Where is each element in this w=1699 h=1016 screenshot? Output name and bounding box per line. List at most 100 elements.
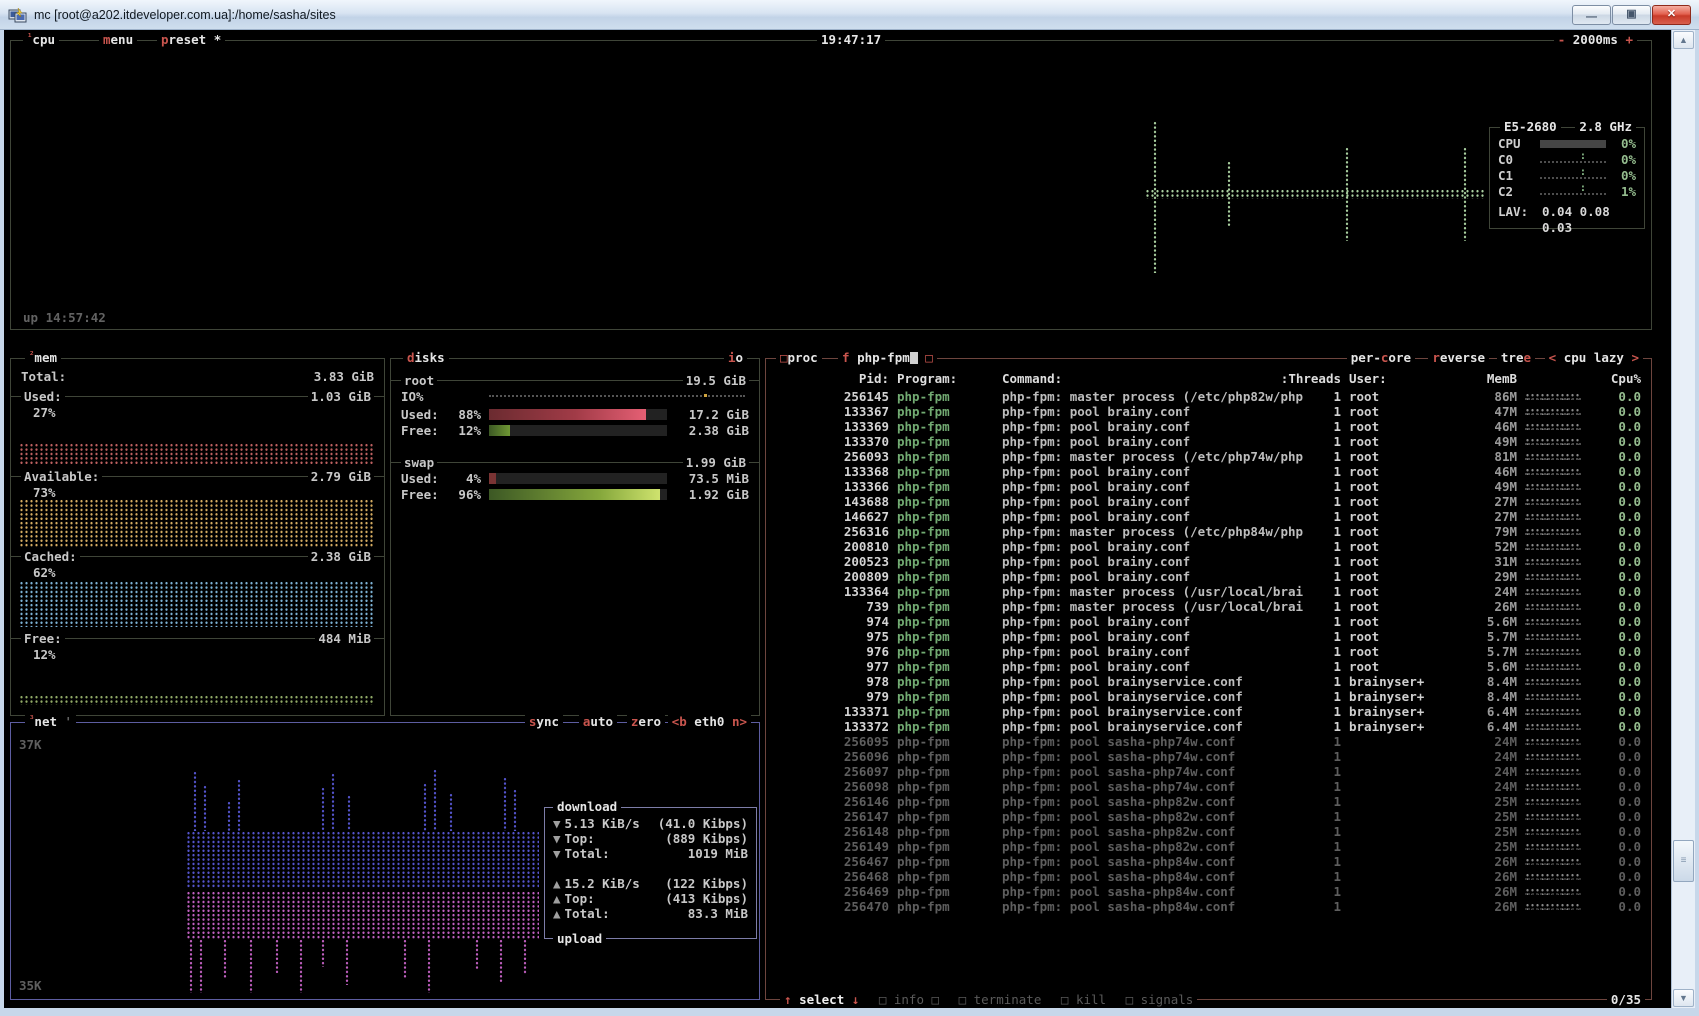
process-row[interactable]: 133369 php-fpm php-fpm: pool brainy.conf… bbox=[766, 419, 1651, 434]
tree-toggle[interactable]: tree bbox=[1497, 350, 1535, 365]
select-up-arrow[interactable]: ↑ bbox=[784, 992, 792, 1007]
cpu-panel-title[interactable]: ¹cpu bbox=[23, 32, 59, 47]
process-row[interactable]: 256097 php-fpm php-fpm: pool sasha-php74… bbox=[766, 764, 1651, 779]
process-row[interactable]: 146627 php-fpm php-fpm: pool brainy.conf… bbox=[766, 509, 1651, 524]
cpu-meter-dots bbox=[1525, 738, 1581, 745]
process-row[interactable]: 133366 php-fpm php-fpm: pool brainy.conf… bbox=[766, 479, 1651, 494]
reverse-toggle[interactable]: reverse bbox=[1428, 350, 1489, 365]
kill-button[interactable]: □ kill bbox=[1061, 992, 1106, 1007]
process-row[interactable]: 977 php-fpm php-fpm: pool brainy.conf 1 … bbox=[766, 659, 1651, 674]
process-row[interactable]: 979 php-fpm php-fpm: pool brainyservice.… bbox=[766, 689, 1651, 704]
upload-scale-label: 35K bbox=[19, 978, 42, 993]
auto-button[interactable]: auto bbox=[579, 714, 617, 729]
process-row[interactable]: 256467 php-fpm php-fpm: pool sasha-php84… bbox=[766, 854, 1651, 869]
process-row[interactable]: 256093 php-fpm php-fpm: master process (… bbox=[766, 449, 1651, 464]
upload-graph-spike bbox=[223, 939, 227, 979]
process-row[interactable]: 256468 php-fpm php-fpm: pool sasha-php84… bbox=[766, 869, 1651, 884]
process-row[interactable]: 256096 php-fpm php-fpm: pool sasha-php74… bbox=[766, 749, 1651, 764]
mem-available-meter bbox=[19, 499, 374, 547]
process-row[interactable]: 978 php-fpm php-fpm: pool brainyservice.… bbox=[766, 674, 1651, 689]
maximize-button[interactable]: ▣ bbox=[1612, 5, 1651, 25]
process-row[interactable]: 974 php-fpm php-fpm: pool brainy.conf 1 … bbox=[766, 614, 1651, 629]
sort-prev-button[interactable]: < bbox=[1549, 350, 1557, 365]
process-row[interactable]: 133370 php-fpm php-fpm: pool brainy.conf… bbox=[766, 434, 1651, 449]
cpu-meter-dots bbox=[1525, 813, 1581, 820]
disks-panel-title[interactable]: disks bbox=[403, 350, 449, 365]
interval-plus-button[interactable]: + bbox=[1625, 32, 1633, 47]
process-row[interactable]: 976 php-fpm php-fpm: pool brainy.conf 1 … bbox=[766, 644, 1651, 659]
process-row[interactable]: 200523 php-fpm php-fpm: pool brainy.conf… bbox=[766, 554, 1651, 569]
sort-selector[interactable]: < cpu lazy > bbox=[1545, 350, 1643, 365]
cpu-panel: ¹cpu menu preset * 19:47:17 - 2000ms + E… bbox=[10, 40, 1652, 330]
signals-button[interactable]: □ signals bbox=[1126, 992, 1194, 1007]
cpu-info-box: E5-2680 2.8 GHz CPU0% C00% C10% C21% LAV… bbox=[1489, 127, 1645, 229]
process-row[interactable]: 256470 php-fpm php-fpm: pool sasha-php84… bbox=[766, 899, 1651, 914]
process-row[interactable]: 200809 php-fpm php-fpm: pool brainy.conf… bbox=[766, 569, 1651, 584]
process-filter-input[interactable]: f php-fpm □ bbox=[838, 350, 937, 365]
terminal-scrollbar[interactable]: ▲ ▼ bbox=[1671, 30, 1695, 1008]
scroll-up-button[interactable]: ▲ bbox=[1673, 31, 1694, 49]
sync-button[interactable]: sync bbox=[525, 714, 563, 729]
titlebar[interactable]: mc [root@a202.itdeveloper.com.ua]:/home/… bbox=[0, 0, 1699, 30]
io-activity-dot bbox=[704, 394, 707, 397]
process-row[interactable]: 256146 php-fpm php-fpm: pool sasha-php82… bbox=[766, 794, 1651, 809]
process-row[interactable]: 256149 php-fpm php-fpm: pool sasha-php82… bbox=[766, 839, 1651, 854]
menu-button[interactable]: menu bbox=[99, 32, 137, 47]
interval-minus-button[interactable]: - bbox=[1558, 32, 1566, 47]
minimize-button[interactable]: — bbox=[1572, 5, 1611, 25]
process-row[interactable]: 256148 php-fpm php-fpm: pool sasha-php82… bbox=[766, 824, 1651, 839]
process-panel: □proc f php-fpm □ per-core reverse tree … bbox=[765, 358, 1652, 1000]
sort-next-button[interactable]: > bbox=[1631, 350, 1639, 365]
core1-value: 0% bbox=[1621, 168, 1636, 184]
mem-free-row: Free:484 MiB bbox=[11, 631, 384, 646]
process-row[interactable]: 256147 php-fpm php-fpm: pool sasha-php82… bbox=[766, 809, 1651, 824]
network-panel-title[interactable]: ³net ' bbox=[25, 714, 76, 729]
process-row[interactable]: 975 php-fpm php-fpm: pool brainy.conf 1 … bbox=[766, 629, 1651, 644]
cpu-meter-dots bbox=[1525, 708, 1581, 715]
scroll-down-button[interactable]: ▼ bbox=[1673, 989, 1694, 1007]
process-row[interactable]: 256145 php-fpm php-fpm: master process (… bbox=[766, 389, 1651, 404]
process-row[interactable]: 256469 php-fpm php-fpm: pool sasha-php84… bbox=[766, 884, 1651, 899]
process-row[interactable]: 739 php-fpm php-fpm: master process (/us… bbox=[766, 599, 1651, 614]
memory-panel-title[interactable]: ²mem bbox=[25, 350, 61, 365]
cpu-meter-dots bbox=[1525, 483, 1581, 490]
disk-root-row: root19.5 GiB bbox=[391, 373, 759, 388]
process-actions: ↑ select ↓ □ info □ □ terminate □ kill □… bbox=[780, 992, 1197, 1007]
process-row[interactable]: 133368 php-fpm php-fpm: pool brainy.conf… bbox=[766, 464, 1651, 479]
download-graph-spike bbox=[433, 769, 437, 831]
close-button[interactable]: ✕ bbox=[1652, 5, 1691, 25]
cpu-meter-dots bbox=[1525, 603, 1581, 610]
zero-button[interactable]: zero bbox=[627, 714, 665, 729]
info-button[interactable]: □ info □ bbox=[879, 992, 939, 1007]
filter-clear-button[interactable]: □ bbox=[925, 350, 933, 365]
upload-graph-spike bbox=[499, 939, 503, 983]
process-row[interactable]: 256095 php-fpm php-fpm: pool sasha-php74… bbox=[766, 734, 1651, 749]
scroll-thumb[interactable] bbox=[1673, 840, 1694, 882]
terminate-button[interactable]: □ terminate bbox=[959, 992, 1042, 1007]
process-panel-title[interactable]: □proc bbox=[776, 350, 822, 365]
select-button[interactable]: select bbox=[799, 992, 844, 1007]
mem-used-percent: 27% bbox=[33, 405, 56, 420]
cpu-meter-dots bbox=[1525, 588, 1581, 595]
cpu-graph-spike bbox=[1153, 121, 1157, 273]
cpu-meter-dots bbox=[1525, 783, 1581, 790]
io-mode-button[interactable]: io bbox=[724, 350, 747, 365]
process-row[interactable]: 133372 php-fpm php-fpm: pool brainyservi… bbox=[766, 719, 1651, 734]
preset-button[interactable]: preset * bbox=[157, 32, 225, 47]
swap-free-row: Free:96% 1.92 GiB bbox=[391, 487, 759, 502]
process-row[interactable]: 256316 php-fpm php-fpm: master process (… bbox=[766, 524, 1651, 539]
interface-switcher[interactable]: <b eth0 n> bbox=[668, 714, 751, 729]
upload-total: 83.3 MiB bbox=[688, 906, 748, 921]
process-row[interactable]: 133364 php-fpm php-fpm: master process (… bbox=[766, 584, 1651, 599]
process-row[interactable]: 133371 php-fpm php-fpm: pool brainyservi… bbox=[766, 704, 1651, 719]
process-row[interactable]: 256098 php-fpm php-fpm: pool sasha-php74… bbox=[766, 779, 1651, 794]
cpu-meter-dots bbox=[1525, 543, 1581, 550]
process-row[interactable]: 200810 php-fpm php-fpm: pool brainy.conf… bbox=[766, 539, 1651, 554]
process-row[interactable]: 133367 php-fpm php-fpm: pool brainy.conf… bbox=[766, 404, 1651, 419]
select-down-arrow[interactable]: ↓ bbox=[852, 992, 860, 1007]
per-core-toggle[interactable]: per-core bbox=[1347, 350, 1415, 365]
cpu-meter-dots bbox=[1525, 513, 1581, 520]
mem-free-meter bbox=[19, 695, 374, 705]
process-row[interactable]: 143688 php-fpm php-fpm: pool brainy.conf… bbox=[766, 494, 1651, 509]
interval-control[interactable]: - 2000ms + bbox=[1554, 32, 1637, 47]
